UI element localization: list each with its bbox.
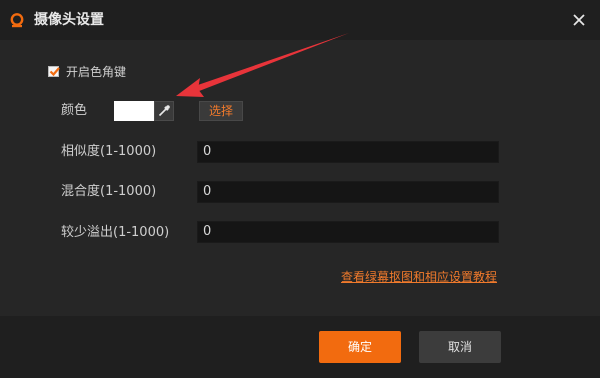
- dialog-title: 摄像头设置: [34, 12, 104, 28]
- select-color-button[interactable]: 选择: [199, 101, 243, 121]
- settings-content: 开启色角键 颜色 选择 相似度(1-1000) 0 混合度(1-1000) 0 …: [0, 40, 600, 316]
- eyedropper-icon: [158, 105, 170, 117]
- dialog-footer: 确定 取消: [0, 316, 600, 378]
- chroma-key-toggle[interactable]: 开启色角键: [48, 63, 126, 80]
- color-swatch[interactable]: [114, 101, 154, 121]
- camera-logo-icon: [10, 13, 24, 28]
- spill-reduction-input[interactable]: 0: [197, 221, 499, 243]
- blend-input[interactable]: 0: [197, 181, 499, 203]
- blend-label: 混合度(1-1000): [61, 184, 157, 199]
- color-label: 颜色: [61, 103, 88, 118]
- camera-settings-dialog: 摄像头设置 开启色角键 颜色 选择 相似度(1-1000) 0 混合度(1-10…: [0, 0, 600, 378]
- chroma-key-label: 开启色角键: [66, 65, 127, 79]
- eyedropper-button[interactable]: [154, 101, 174, 121]
- green-screen-tutorial-link[interactable]: 查看绿幕抠图和相应设置教程: [341, 268, 497, 285]
- similarity-label: 相似度(1-1000): [61, 144, 157, 159]
- ok-button[interactable]: 确定: [319, 331, 401, 363]
- spill-reduction-label: 较少溢出(1-1000): [61, 225, 170, 240]
- close-icon[interactable]: [570, 11, 588, 29]
- similarity-input[interactable]: 0: [197, 141, 499, 163]
- title-bar[interactable]: 摄像头设置: [0, 0, 600, 40]
- cancel-button[interactable]: 取消: [419, 331, 501, 363]
- chroma-key-checkbox[interactable]: [48, 66, 60, 77]
- checkmark-icon: [49, 67, 60, 77]
